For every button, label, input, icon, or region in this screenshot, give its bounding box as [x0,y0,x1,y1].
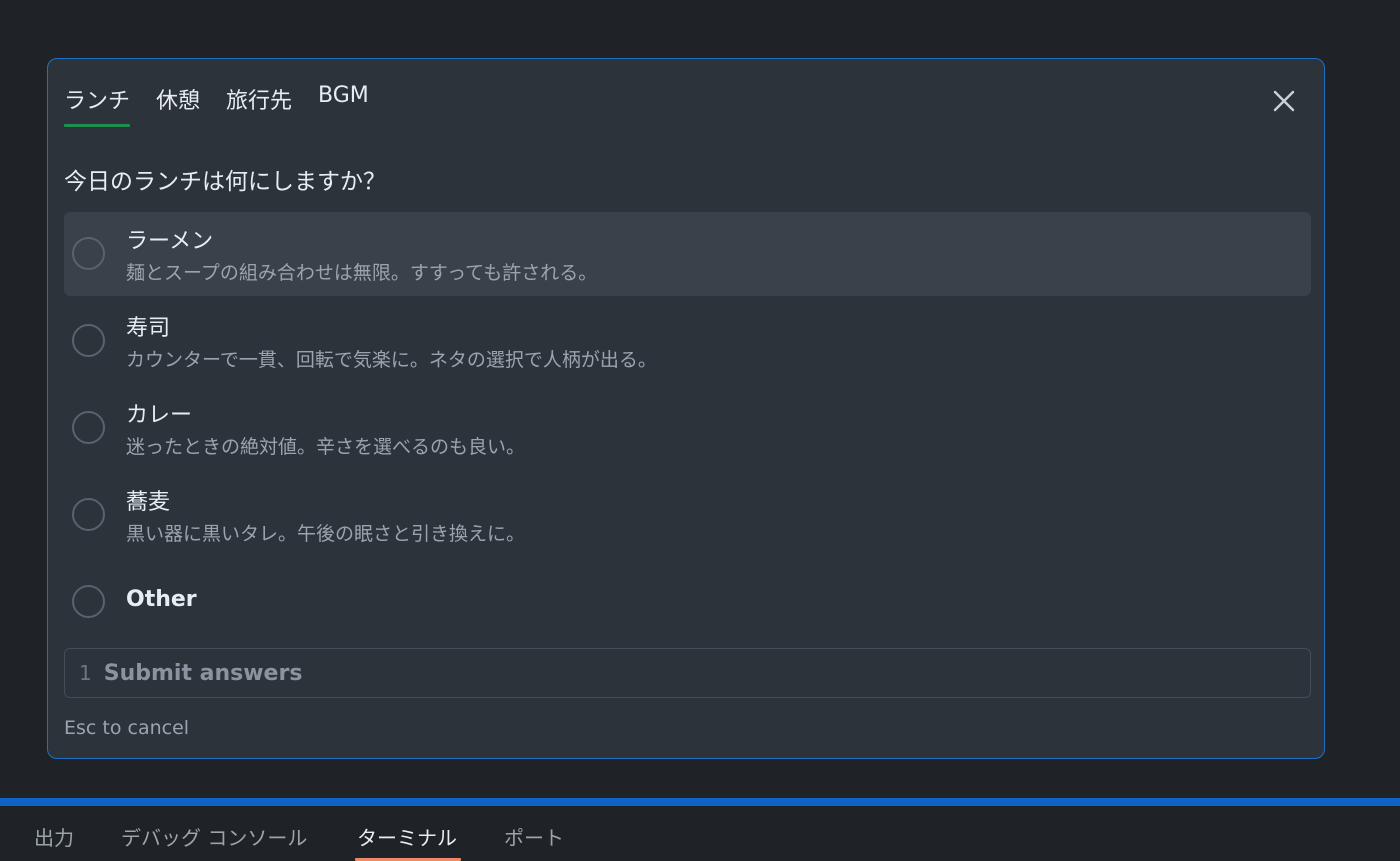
submit-number: 1 [79,661,92,685]
close-icon [1273,90,1295,112]
tab-terminal[interactable]: ターミナル [355,822,461,861]
radio-button[interactable] [72,411,105,444]
option-label: 蕎麦 [126,490,171,515]
option-description: カウンターで一貫、回転で気楽に。ネタの選択で人柄が出る。 [126,349,657,371]
tab-lunch[interactable]: ランチ [64,83,131,127]
radio-button[interactable] [72,498,105,531]
option-label: Other [126,587,197,612]
option-label: カレー [126,403,193,428]
esc-hint: Esc to cancel [64,717,190,739]
radio-button[interactable] [72,237,105,270]
submit-answers-button[interactable]: 1 Submit answers [64,648,1311,698]
submit-label: Submit answers [103,660,303,686]
option-curry[interactable]: カレー 迷ったときの絶対値。辛さを選べるのも良い。 [64,386,1311,470]
tab-ports[interactable]: ポート [504,822,564,851]
tab-bgm[interactable]: BGM [318,83,369,118]
option-description: 迷ったときの絶対値。辛さを選べるのも良い。 [126,436,526,458]
option-description: 黒い器に黒いタレ。午後の眠さと引き換えに。 [126,523,526,545]
panel-divider-bar[interactable] [0,798,1400,806]
option-sushi[interactable]: 寿司 カウンターで一貫、回転で気楽に。ネタの選択で人柄が出る。 [64,299,1311,383]
tab-break[interactable]: 休憩 [156,83,200,125]
option-soba[interactable]: 蕎麦 黒い器に黒いタレ。午後の眠さと引き換えに。 [64,473,1311,557]
question-dialog: ランチ 休憩 旅行先 BGM 今日のランチは何にしますか？ ラーメン 麺とスープ… [47,58,1325,759]
question-tabs: ランチ 休憩 旅行先 BGM [64,83,395,127]
question-text: 今日のランチは何にしますか？ [64,169,386,195]
tab-travel[interactable]: 旅行先 [226,83,292,125]
panel-tab-bar: 出力 デバッグ コンソール ターミナル ポート [0,806,1400,861]
option-description: 麺とスープの組み合わせは無限。すすっても許される。 [126,262,598,284]
option-ramen[interactable]: ラーメン 麺とスープの組み合わせは無限。すすっても許される。 [64,212,1311,296]
radio-button[interactable] [72,585,105,618]
option-label: ラーメン [126,229,214,254]
radio-button[interactable] [72,324,105,357]
option-label: 寿司 [126,316,171,341]
option-other[interactable]: Other [64,560,1311,644]
tab-debug-console[interactable]: デバッグ コンソール [121,822,307,851]
tab-output[interactable]: 出力 [34,822,74,851]
close-button[interactable] [1272,89,1296,113]
options-list: ラーメン 麺とスープの組み合わせは無限。すすっても許される。 寿司 カウンターで… [64,212,1311,647]
